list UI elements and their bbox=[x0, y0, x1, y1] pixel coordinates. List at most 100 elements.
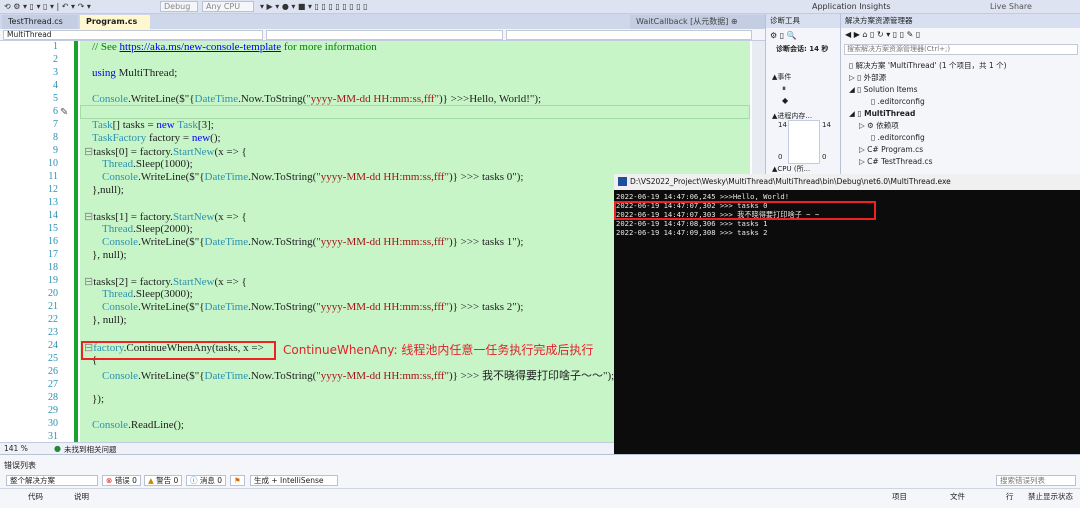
col-description[interactable]: 说明 bbox=[74, 491, 89, 502]
code-line-15: Thread.Sleep(2000); bbox=[102, 223, 193, 235]
quick-action-icon[interactable]: ✎ bbox=[60, 107, 68, 118]
col-suppression[interactable]: 禁止显示状态 bbox=[1028, 491, 1073, 502]
code-text: (x => { bbox=[214, 276, 247, 288]
line-number: 13 bbox=[48, 197, 58, 208]
filter-icon[interactable]: ⚑ bbox=[230, 475, 245, 486]
tree-label: 解决方案 'MultiThread' (1 个项目，共 1 个) bbox=[855, 61, 1007, 70]
collapse-icon[interactable]: ⊟ bbox=[84, 211, 93, 223]
type: Task bbox=[92, 119, 113, 131]
collapse-icon[interactable]: ⊟ bbox=[84, 276, 93, 288]
warnings-filter[interactable]: ▲ 警告 0 bbox=[144, 475, 183, 486]
tree-solution[interactable]: ▯ 解决方案 'MultiThread' (1 个项目，共 1 个) bbox=[849, 61, 1007, 71]
code-text: .Now.ToString( bbox=[248, 236, 317, 248]
build-source-dropdown[interactable]: 生成 + IntelliSense bbox=[250, 475, 338, 486]
platform-select[interactable]: Any CPU bbox=[202, 1, 254, 12]
type: TaskFactory bbox=[92, 132, 147, 144]
diag-toolbar-icons[interactable]: ⚙ ▯ 🔍 bbox=[770, 31, 797, 40]
code-line-5: Console.WriteLine($"{DateTime.Now.ToStri… bbox=[92, 93, 541, 105]
col-line[interactable]: 行 bbox=[1006, 491, 1014, 502]
tree-editorconfig-1[interactable]: ▯ .editorconfig bbox=[871, 97, 925, 107]
tree-project[interactable]: ◢ ▯ MultiThread bbox=[849, 109, 915, 119]
collapse-icon[interactable]: ⊟ bbox=[84, 146, 93, 158]
line-number: 27 bbox=[48, 379, 58, 390]
col-file[interactable]: 文件 bbox=[950, 491, 965, 502]
line-number: 26 bbox=[48, 366, 58, 377]
tab-testthread[interactable]: TestThread.cs bbox=[2, 15, 78, 29]
line-number: 22 bbox=[48, 314, 58, 325]
code-text: )} >>>Hello, World!"); bbox=[438, 93, 542, 105]
solution-search-input[interactable]: 搜索解决方案资源管理器(Ctrl+;) bbox=[844, 44, 1078, 55]
keyword: new bbox=[156, 119, 178, 131]
type: Thread bbox=[102, 158, 134, 170]
solution-explorer: 解决方案资源管理器 ◀ ▶ ⌂ ▯ ↻ ▾ ▯ ▯ ✎ ▯ 搜索解决方案资源管理… bbox=[840, 14, 1080, 174]
code-line-16: Console.WriteLine($"{DateTime.Now.ToStri… bbox=[102, 236, 523, 248]
tree-dependencies[interactable]: ▷ ⚙ 依赖项 bbox=[859, 121, 899, 131]
line-number: 1 bbox=[53, 41, 58, 52]
tree-external[interactable]: ▷ ▯ 外部源 bbox=[849, 73, 886, 83]
keyword: new bbox=[191, 132, 211, 144]
error-icon: ⊗ bbox=[106, 476, 113, 485]
annotation-box bbox=[81, 341, 276, 360]
code-text: tasks[2] = factory. bbox=[93, 276, 173, 288]
type: DateTime bbox=[204, 370, 249, 382]
diag-title: 诊断工具 bbox=[766, 14, 840, 28]
error-list-panel: 错误列表 整个解决方案 ⊗ 错误 0 ▲ 警告 0 ⓘ 消息 0 ⚑ 生成 + … bbox=[0, 454, 1080, 508]
code-text: tasks[0] = factory. bbox=[93, 146, 173, 158]
template-link[interactable]: https://aka.ms/new-console-template bbox=[120, 41, 282, 53]
console-line: 2022-06-19 14:47:08,306 >>> tasks 1 bbox=[616, 219, 768, 228]
solution-toolbar-icons[interactable]: ◀ ▶ ⌂ ▯ ↻ ▾ ▯ ▯ ✎ ▯ bbox=[845, 30, 920, 39]
main-toolbar: ⟲ ⚙ ▾ ▯ ▾ ▯ ▾ | ↶ ▾ ↷ ▾ Debug Any CPU ▾ … bbox=[0, 0, 1080, 14]
zoom-level[interactable]: 141 % bbox=[4, 444, 28, 453]
code-line-19: ⊟tasks[2] = factory.StartNew(x => { bbox=[84, 275, 247, 288]
error-list-title: 错误列表 bbox=[4, 461, 36, 470]
errors-count: 错误 0 bbox=[114, 476, 137, 485]
tab-program[interactable]: Program.cs ⊕ ✕ bbox=[80, 15, 150, 39]
line-number-margin: 1 2 3 4 5 6 7 8 9 10 11 12 13 14 15 16 17 18 19 20 21 22 23 24 2… bbox=[0, 41, 70, 442]
code-text: )} >>> tasks 2"); bbox=[448, 301, 524, 313]
project-dropdown[interactable]: MultiThread bbox=[3, 30, 263, 40]
type: DateTime bbox=[204, 171, 249, 183]
run-icons[interactable]: ▾ ▶ ▾ ● ▾ ■ ▾ ▯ ▯ ▯ ▯ ▯ ▯ ▯ ▯ bbox=[260, 1, 368, 12]
type: Thread bbox=[102, 288, 134, 300]
errors-filter[interactable]: ⊗ 错误 0 bbox=[102, 475, 141, 486]
comment-tail: for more information bbox=[281, 41, 377, 53]
code-text: (x => { bbox=[214, 146, 247, 158]
line-number: 7 bbox=[53, 119, 58, 130]
annotation-text: ContinueWhenAny: 线程池内任意一任务执行完成后执行 bbox=[283, 343, 594, 357]
messages-count: 消息 0 bbox=[199, 476, 223, 485]
diagnostic-tools-panel: 诊断工具 ⚙ ▯ 🔍 诊断会话: 14 秒 ▲事件 ⏸ ◆ ▲进程内存... 1… bbox=[765, 14, 840, 174]
tree-program-cs[interactable]: ▷ C# Program.cs bbox=[859, 145, 923, 155]
live-share-button[interactable]: Live Share bbox=[990, 1, 1032, 12]
toolbar-icons[interactable]: ⟲ ⚙ ▾ ▯ ▾ ▯ ▾ | ↶ ▾ ↷ ▾ bbox=[4, 1, 91, 12]
tree-testthread-cs[interactable]: ▷ C# TestThread.cs bbox=[859, 157, 932, 167]
config-select[interactable]: Debug bbox=[160, 1, 198, 12]
type: Console bbox=[102, 171, 139, 183]
type: DateTime bbox=[204, 236, 249, 248]
console-window[interactable]: D:\VS2022_Project\Wesky\MultiThread\Mult… bbox=[614, 174, 1080, 470]
tree-editorconfig-2[interactable]: ▯ .editorconfig bbox=[871, 133, 925, 143]
member-dropdown[interactable] bbox=[506, 30, 752, 40]
mem-axis-max: 14 bbox=[778, 121, 787, 129]
insights-label[interactable]: Application Insights bbox=[812, 1, 891, 12]
tab-waitcallback[interactable]: WaitCallback [从元数据] ⊕ bbox=[630, 15, 765, 29]
console-app-icon bbox=[618, 177, 627, 186]
tree-solution-items[interactable]: ◢ ▯ Solution Items bbox=[849, 85, 918, 95]
code-line-3: using MultiThread; bbox=[92, 67, 177, 79]
code-line-26: Console.WriteLine($"{DateTime.Now.ToStri… bbox=[102, 367, 614, 383]
line-number: 4 bbox=[53, 80, 58, 91]
type-dropdown[interactable] bbox=[266, 30, 503, 40]
method: StartNew bbox=[172, 146, 215, 158]
col-project[interactable]: 项目 bbox=[892, 491, 907, 502]
code-text: (); bbox=[210, 132, 221, 144]
line-number: 25 bbox=[48, 353, 58, 364]
solution-title: 解决方案资源管理器 bbox=[841, 14, 1080, 28]
scope-dropdown[interactable]: 整个解决方案 bbox=[6, 475, 98, 486]
code-text: [3]; bbox=[197, 119, 214, 131]
line-number: 31 bbox=[48, 431, 58, 442]
col-code[interactable]: 代码 bbox=[28, 491, 43, 502]
pause-icon[interactable]: ⏸ bbox=[782, 84, 786, 94]
messages-filter[interactable]: ⓘ 消息 0 bbox=[186, 475, 227, 486]
type: Console bbox=[92, 93, 129, 105]
code-line-28: }); bbox=[92, 393, 104, 405]
error-search-input[interactable]: 搜索错误列表 bbox=[996, 475, 1076, 486]
